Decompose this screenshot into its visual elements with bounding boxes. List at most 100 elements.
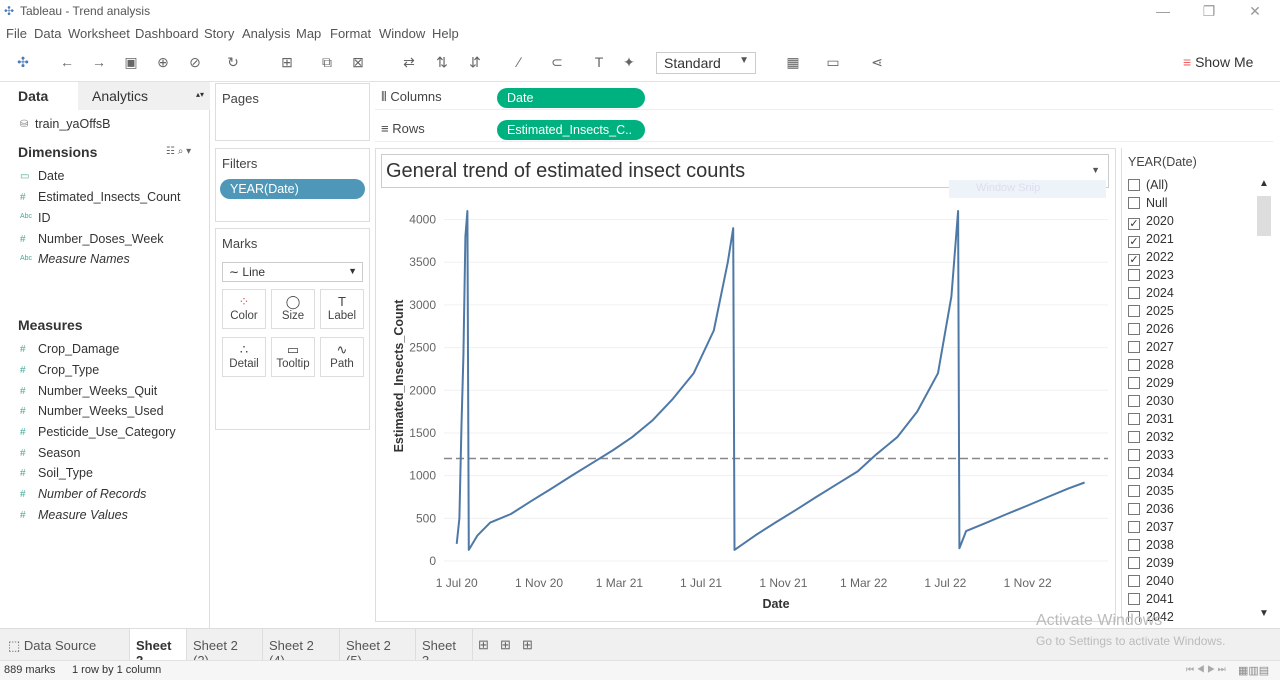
checkbox-icon[interactable] bbox=[1128, 341, 1140, 353]
year-filter-item[interactable]: 2025 bbox=[1128, 304, 1174, 322]
tab-sheet-2-2[interactable]: Sheet 2 (2) bbox=[187, 629, 263, 668]
year-filter-item[interactable]: 2024 bbox=[1128, 286, 1174, 304]
fix-axes-icon[interactable]: ✦ bbox=[620, 54, 638, 71]
menu-window[interactable]: Window bbox=[379, 26, 425, 41]
measure-field[interactable]: Soil_Type bbox=[38, 466, 93, 480]
year-filter-item[interactable]: Null bbox=[1128, 196, 1168, 214]
year-filter-item[interactable]: 2026 bbox=[1128, 322, 1174, 340]
year-filter-item[interactable]: ✓ 2022 bbox=[1128, 250, 1174, 268]
year-filter-item[interactable]: 2036 bbox=[1128, 502, 1174, 520]
checkbox-icon[interactable] bbox=[1128, 503, 1140, 515]
checkbox-icon[interactable] bbox=[1128, 593, 1140, 605]
data-source-name[interactable]: train_yaOffsB bbox=[35, 117, 111, 131]
year-filter-item[interactable]: 2029 bbox=[1128, 376, 1174, 394]
new-worksheet-icon[interactable]: ⊞ bbox=[278, 54, 296, 71]
undo-icon[interactable]: ← bbox=[58, 54, 76, 70]
year-filter-item[interactable]: 2031 bbox=[1128, 412, 1174, 430]
year-filter-item[interactable]: 2034 bbox=[1128, 466, 1174, 484]
group-icon[interactable]: ⊂ bbox=[548, 54, 566, 71]
menu-file[interactable]: File bbox=[6, 26, 27, 41]
show-cards-icon[interactable]: ▦ bbox=[784, 54, 802, 71]
restore-icon[interactable]: ❐ bbox=[1186, 3, 1232, 20]
checkbox-icon[interactable] bbox=[1128, 557, 1140, 569]
menu-format[interactable]: Format bbox=[330, 26, 371, 41]
menu-worksheet[interactable]: Worksheet bbox=[68, 26, 130, 41]
checkbox-checked-icon[interactable]: ✓ bbox=[1128, 236, 1140, 248]
presentation-mode-icon[interactable]: ▭ bbox=[824, 54, 842, 71]
pane-menu-icon[interactable]: ▴▾ bbox=[196, 90, 204, 99]
scroll-thumb[interactable] bbox=[1257, 196, 1271, 236]
year-filter-item[interactable]: 2037 bbox=[1128, 520, 1174, 538]
menu-dashboard[interactable]: Dashboard bbox=[135, 26, 199, 41]
checkbox-checked-icon[interactable]: ✓ bbox=[1128, 218, 1140, 230]
tab-analytics[interactable]: Analytics ▴▾ bbox=[78, 82, 210, 110]
filter-pill-year[interactable]: YEAR(Date) bbox=[220, 179, 365, 199]
checkbox-icon[interactable] bbox=[1128, 413, 1140, 425]
columns-shelf[interactable]: ⦀ Columns Date bbox=[375, 84, 1273, 110]
view-toggle-icon[interactable]: ▦▥▤ bbox=[1238, 664, 1269, 677]
mark-type-select[interactable]: ∼ Line ▼ bbox=[222, 262, 363, 282]
checkbox-icon[interactable] bbox=[1128, 197, 1140, 209]
tableau-home-icon[interactable]: ✣ bbox=[14, 54, 32, 71]
menu-story[interactable]: Story bbox=[204, 26, 234, 41]
tab-sheet-3[interactable]: Sheet 3 bbox=[416, 629, 473, 668]
measure-field[interactable]: Pesticide_Use_Category bbox=[38, 425, 176, 439]
measure-field[interactable]: Number of Records bbox=[38, 487, 146, 501]
year-filter-item[interactable]: ✓ 2020 bbox=[1128, 214, 1174, 232]
dimension-field[interactable]: Estimated_Insects_Count bbox=[38, 190, 180, 204]
year-filter-item[interactable]: 2038 bbox=[1128, 538, 1174, 556]
checkbox-icon[interactable] bbox=[1128, 539, 1140, 551]
checkbox-icon[interactable] bbox=[1128, 575, 1140, 587]
year-filter-item[interactable]: ✓ 2021 bbox=[1128, 232, 1174, 250]
duplicate-icon[interactable]: ⧉ bbox=[318, 54, 336, 71]
sort-descending-icon[interactable]: ⇵ bbox=[466, 54, 484, 71]
new-worksheet-tab-icon[interactable]: ⊞ bbox=[478, 637, 489, 653]
checkbox-icon[interactable] bbox=[1128, 485, 1140, 497]
show-me-button[interactable]: ≡ Show Me bbox=[1183, 54, 1253, 70]
scroll-up-icon[interactable]: ▲ bbox=[1259, 178, 1269, 189]
clear-sheet-icon[interactable]: ⊠ bbox=[349, 54, 367, 71]
label-button[interactable]: T Label bbox=[320, 289, 364, 329]
pause-updates-icon[interactable]: ⊘ bbox=[186, 54, 204, 71]
pages-card[interactable]: Pages bbox=[215, 83, 370, 141]
measure-field[interactable]: Season bbox=[38, 446, 80, 460]
checkbox-icon[interactable] bbox=[1128, 305, 1140, 317]
menu-data[interactable]: Data bbox=[34, 26, 61, 41]
checkbox-icon[interactable] bbox=[1128, 467, 1140, 479]
filters-card[interactable]: Filters YEAR(Date) bbox=[215, 148, 370, 222]
rows-pill-estimated-insects[interactable]: Estimated_Insects_C.. bbox=[497, 120, 645, 140]
new-dashboard-tab-icon[interactable]: ⊞ bbox=[500, 637, 511, 653]
checkbox-icon[interactable] bbox=[1128, 287, 1140, 299]
minimize-icon[interactable]: — bbox=[1140, 3, 1186, 19]
measure-field[interactable]: Measure Values bbox=[38, 508, 128, 522]
year-filter-item[interactable]: 2032 bbox=[1128, 430, 1174, 448]
size-button[interactable]: ◯ Size bbox=[271, 289, 315, 329]
checkbox-icon[interactable] bbox=[1128, 431, 1140, 443]
fit-select[interactable]: Standard ▼ bbox=[656, 52, 756, 74]
year-filter-item[interactable]: 2041 bbox=[1128, 592, 1174, 610]
dimension-field[interactable]: Number_Doses_Week bbox=[38, 232, 164, 246]
checkbox-icon[interactable] bbox=[1128, 521, 1140, 533]
menu-help[interactable]: Help bbox=[432, 26, 459, 41]
tab-data-source[interactable]: ⬚ Data Source bbox=[0, 629, 130, 661]
detail-button[interactable]: ∴ Detail bbox=[222, 337, 266, 377]
checkbox-icon[interactable] bbox=[1128, 179, 1140, 191]
columns-pill-date[interactable]: Date bbox=[497, 88, 645, 108]
tooltip-button[interactable]: ▭ Tooltip bbox=[271, 337, 315, 377]
sort-ascending-icon[interactable]: ⇅ bbox=[433, 54, 451, 71]
close-icon[interactable]: ✕ bbox=[1232, 3, 1278, 20]
year-filter-scrollbar[interactable]: ▲ ▼ bbox=[1256, 178, 1274, 622]
dimension-field[interactable]: Date bbox=[38, 169, 64, 183]
dimension-tools-icon[interactable]: ☷ ⌕ ▾ bbox=[166, 146, 191, 157]
year-filter-item[interactable]: 2030 bbox=[1128, 394, 1174, 412]
tab-data[interactable]: Data bbox=[0, 82, 78, 110]
year-filter-item[interactable]: 2035 bbox=[1128, 484, 1174, 502]
checkbox-icon[interactable] bbox=[1128, 323, 1140, 335]
save-icon[interactable]: ▣ bbox=[122, 54, 140, 71]
tab-sheet-2-4[interactable]: Sheet 2 (4) bbox=[263, 629, 340, 668]
measure-field[interactable]: Number_Weeks_Quit bbox=[38, 384, 157, 398]
year-filter-item[interactable]: 2040 bbox=[1128, 574, 1174, 592]
color-button[interactable]: ⁘ Color bbox=[222, 289, 266, 329]
refresh-icon[interactable]: ↻ bbox=[224, 54, 242, 71]
path-button[interactable]: ∿ Path bbox=[320, 337, 364, 377]
